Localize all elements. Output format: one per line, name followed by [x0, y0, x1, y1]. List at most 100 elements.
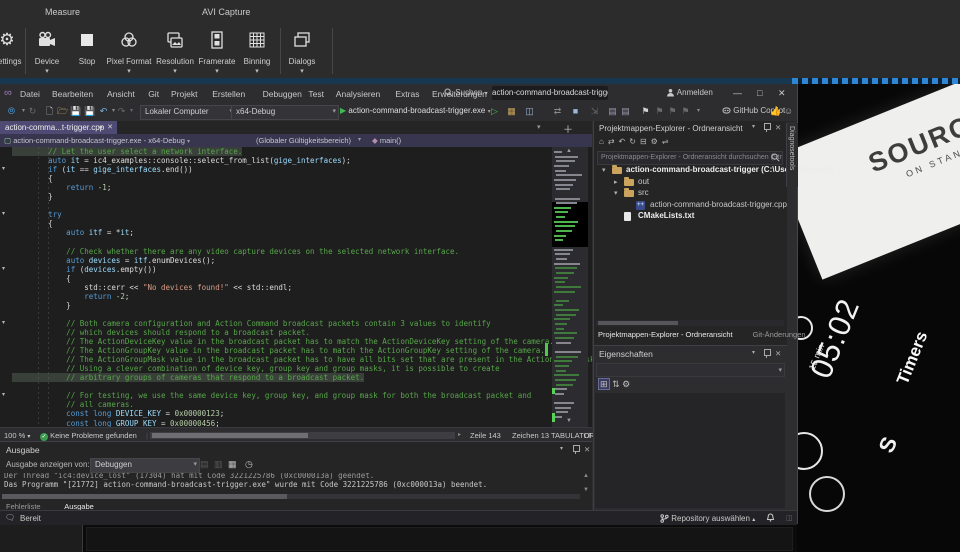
code-line[interactable]: // The ActionDeviceKey value in the broa…	[12, 337, 554, 346]
navbar-project-dropdown[interactable]: ▢ action-command-broadcast-trigger.exe -…	[4, 136, 190, 145]
fold-arrow-icon[interactable]: ▾	[2, 265, 10, 274]
explorer-tab-git-nderungen[interactable]: Git-Änderungen	[753, 330, 806, 339]
problems-indicator[interactable]: ✓ Keine Probleme gefunden	[40, 431, 137, 441]
document-icon[interactable]: ▤	[620, 106, 631, 117]
scrollbar-thumb[interactable]	[598, 321, 678, 325]
output-hscrollbar[interactable]	[2, 494, 580, 499]
collapse-icon[interactable]: ▾	[602, 166, 606, 174]
debug-target-dropdown[interactable]: Lokaler Computer▾	[140, 105, 236, 120]
menu-extras[interactable]: Extras	[395, 89, 419, 99]
tab-list-caret-icon[interactable]: ▾	[537, 123, 541, 131]
scrollbar-thumb[interactable]	[152, 433, 308, 438]
code-editor[interactable]: // Let the user select a network interfa…	[0, 147, 592, 427]
code-line[interactable]: return -1;	[12, 183, 111, 192]
menu-datei[interactable]: Datei	[20, 89, 40, 99]
code-line[interactable]: const long GROUP_KEY = 0x00000456;	[12, 419, 220, 427]
panel-close-icon[interactable]: ✕	[775, 123, 781, 132]
navbar-scope-dropdown[interactable]: (Globaler Gültigkeitsbereich)	[256, 136, 351, 145]
code-line[interactable]: // Using a clever combination of device …	[12, 364, 500, 373]
collapse-icon[interactable]: ▾	[614, 189, 618, 197]
signin-button[interactable]: Anmelden	[666, 88, 713, 98]
property-pages-icon[interactable]: ⚙	[622, 379, 630, 389]
dropdown-caret-icon[interactable]: ▾	[45, 67, 49, 75]
capture-tab-avi-capture[interactable]: AVI Capture	[202, 7, 250, 17]
scrollbar-thumb[interactable]	[2, 494, 287, 499]
panel-close-icon[interactable]: ✕	[775, 349, 781, 358]
output-source-dropdown[interactable]: Debuggen▾	[90, 458, 200, 473]
code-line[interactable]: // Both camera configuration and Action …	[12, 319, 491, 328]
code-line[interactable]: {	[12, 219, 53, 228]
panel-caret-icon[interactable]: ▾	[560, 445, 563, 452]
code-line[interactable]: const long DEVICE_KEY = 0x00000123;	[12, 409, 224, 418]
fold-arrow-icon[interactable]: ▾	[2, 391, 10, 400]
scroll-right-icon[interactable]: ▸	[458, 431, 461, 438]
menu-erstellen[interactable]: Erstellen	[212, 89, 245, 99]
menu-bearbeiten[interactable]: Bearbeiten	[52, 89, 93, 99]
bookmark-icon[interactable]: ⚑	[640, 106, 651, 117]
code-line[interactable]: std::cerr << "No devices found!" << std:…	[12, 283, 292, 292]
code-line[interactable]: return -2;	[12, 292, 129, 301]
code-line[interactable]: // For testing, we use the same device k…	[12, 391, 531, 400]
tab-diagnostics[interactable]: Diagnosetools	[786, 123, 798, 187]
swap-panes-icon[interactable]: ⇄	[552, 106, 563, 117]
fold-arrow-icon[interactable]: ▾	[2, 319, 10, 328]
navbar-scope-caret-icon[interactable]: ▾	[358, 136, 361, 143]
properties-object-dropdown[interactable]: ▾	[596, 363, 785, 377]
tab-close-icon[interactable]: ✕	[107, 121, 113, 134]
code-line[interactable]: {	[12, 174, 53, 183]
zoom-level-dropdown[interactable]: 100 % ▾	[4, 431, 30, 440]
resize-grip[interactable]: ◫	[786, 514, 793, 522]
monitor-icon[interactable]: ■	[570, 106, 581, 117]
dropdown-caret-icon[interactable]: ▾	[300, 67, 304, 75]
menu-git[interactable]: Git	[148, 89, 159, 99]
categorized-icon[interactable]: ⊞	[598, 378, 610, 390]
fold-arrow-icon[interactable]: ▾	[2, 165, 10, 174]
maximize-button[interactable]: □	[757, 88, 762, 98]
resolution-button[interactable]: Resolution▾	[152, 26, 198, 76]
feedback-icon[interactable]: 👍	[770, 106, 781, 117]
dropdown-caret-icon[interactable]: ▾	[255, 67, 259, 75]
properties-toolbar[interactable]: ⊞ ⇅ ⚙	[598, 379, 630, 390]
code-line[interactable]: }	[12, 192, 53, 201]
scroll-up-icon[interactable]: ▲	[566, 148, 572, 154]
explorer-tab-projektmappen-explorer-ordneransicht[interactable]: Projektmappen-Explorer - Ordneransicht	[598, 330, 733, 339]
panel-caret-icon[interactable]: ▾	[752, 123, 755, 130]
code-line[interactable]: {	[12, 274, 71, 283]
navigate-back-icon[interactable]: ⦾	[6, 106, 17, 117]
code-line[interactable]: // which devices should respond to a bro…	[12, 328, 310, 337]
stop-button[interactable]: Stop	[64, 26, 110, 76]
code-line[interactable]: // The ActionGroupMask value in the broa…	[12, 355, 592, 364]
code-line[interactable]: // arbitrary groups of cameras that resp…	[12, 373, 364, 382]
code-line[interactable]: auto devices = itf.enumDevices();	[12, 256, 215, 265]
dropdown-caret-icon[interactable]: ▾	[215, 67, 219, 75]
close-button[interactable]: ✕	[778, 88, 786, 99]
profile-icon[interactable]: ☺	[783, 106, 794, 117]
menu-debuggen[interactable]: Debuggen	[263, 89, 302, 99]
time-icon[interactable]: ◷	[245, 459, 253, 470]
save-icon[interactable]: 💾	[70, 106, 81, 117]
pin-icon[interactable]	[763, 349, 770, 360]
menu-projekt[interactable]: Projekt	[171, 89, 197, 99]
expand-icon[interactable]: ▸	[614, 178, 618, 186]
code-line[interactable]: }	[12, 301, 71, 310]
feedback-bubble-icon[interactable]: 🗨	[5, 513, 15, 522]
build-config-dropdown[interactable]: x64-Debug▾	[231, 105, 339, 120]
new-file-icon[interactable]: 🗋	[44, 106, 55, 117]
open-folder-icon[interactable]: 🗁	[57, 106, 68, 117]
start-debugging-button[interactable]: ▶ action-command-broadcast-trigger.exe ▾	[340, 106, 491, 115]
menu-analysieren[interactable]: Analysieren	[336, 89, 380, 99]
explorer-hscrollbar[interactable]	[596, 320, 784, 326]
solution-explorer-toolbar[interactable]: ⌂⇄↶↻⊟⚙⇌	[599, 137, 673, 146]
scroll-down-icon[interactable]: ▼	[583, 487, 589, 493]
capture-tab-measure[interactable]: Measure	[45, 7, 80, 17]
console-window-icon[interactable]: ◫	[524, 106, 535, 117]
panel-close-icon[interactable]: ✕	[584, 445, 590, 454]
code-line[interactable]: try	[12, 210, 62, 219]
code-line[interactable]: auto itf = *it;	[12, 228, 134, 237]
start-without-debugging-icon[interactable]: ▷	[489, 106, 500, 117]
minimize-button[interactable]: —	[733, 88, 742, 98]
menu-ansicht[interactable]: Ansicht	[107, 89, 135, 99]
document-icon[interactable]: ▤	[607, 106, 618, 117]
pixel-format-button[interactable]: Pixel Format▾	[106, 26, 152, 76]
code-line[interactable]: // Check whether there are any video cap…	[12, 247, 459, 256]
